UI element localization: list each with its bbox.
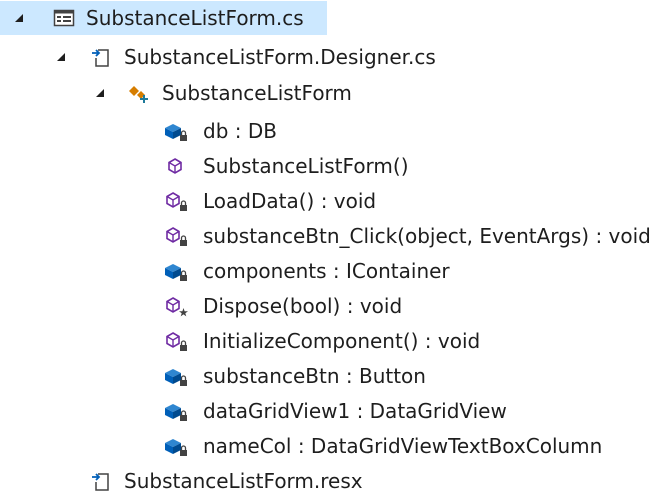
tree-item-member[interactable]: LoadData() : void <box>0 184 672 218</box>
tree-item-designer-cs[interactable]: SubstanceListForm.Designer.cs <box>0 40 672 74</box>
class-icon <box>126 81 150 105</box>
tree-item-label: SubstanceListForm.cs <box>86 6 304 30</box>
private-method-icon <box>163 189 187 213</box>
tree-item-member[interactable]: substanceBtn_Click(object, EventArgs) : … <box>0 219 672 253</box>
tree-item-label: LoadData() : void <box>203 189 377 213</box>
tree-item-member[interactable]: SubstanceListForm() <box>0 149 672 183</box>
designer-file-icon <box>90 45 114 69</box>
resx-file-icon <box>90 469 114 493</box>
solution-explorer-tree: SubstanceListForm.cs SubstanceListForm.D… <box>0 0 672 498</box>
form-file-icon <box>52 6 76 30</box>
tree-item-label: dataGridView1 : DataGridView <box>203 399 507 423</box>
tree-item-label: substanceBtn : Button <box>203 364 426 388</box>
private-method-icon <box>163 224 187 248</box>
private-field-icon <box>163 259 187 283</box>
expanded-arrow-icon[interactable] <box>93 86 107 100</box>
tree-item-member[interactable]: InitializeComponent() : void <box>0 324 672 358</box>
tree-item-member[interactable]: nameCol : DataGridViewTextBoxColumn <box>0 429 672 463</box>
tree-item-resx[interactable]: SubstanceListForm.resx <box>0 464 672 498</box>
tree-item-member[interactable]: dataGridView1 : DataGridView <box>0 394 672 428</box>
tree-item-label: InitializeComponent() : void <box>203 329 481 353</box>
protected-override-method-icon <box>163 294 188 318</box>
tree-item-member[interactable]: components : IContainer <box>0 254 672 288</box>
private-field-icon <box>163 119 187 143</box>
expanded-arrow-icon[interactable] <box>54 50 68 64</box>
tree-item-label: Dispose(bool) : void <box>203 294 403 318</box>
tree-item-label: SubstanceListForm <box>162 81 352 105</box>
tree-item-class-substancelistform[interactable]: SubstanceListForm <box>0 76 672 110</box>
tree-item-member[interactable]: db : DB <box>0 114 672 148</box>
tree-item-label: db : DB <box>203 119 277 143</box>
private-field-icon <box>163 434 187 458</box>
tree-item-member[interactable]: Dispose(bool) : void <box>0 289 672 323</box>
tree-item-label: nameCol : DataGridViewTextBoxColumn <box>203 434 603 458</box>
tree-item-label: SubstanceListForm.resx <box>124 469 363 493</box>
private-field-icon <box>163 399 187 423</box>
tree-item-substancelistform-cs[interactable]: SubstanceListForm.cs <box>0 1 327 35</box>
tree-item-label: SubstanceListForm() <box>203 154 409 178</box>
tree-item-label: substanceBtn_Click(object, EventArgs) : … <box>203 224 651 248</box>
public-method-icon <box>163 154 187 178</box>
private-method-icon <box>163 329 187 353</box>
expanded-arrow-icon[interactable] <box>12 11 26 25</box>
private-field-icon <box>163 364 187 388</box>
tree-item-member[interactable]: substanceBtn : Button <box>0 359 672 393</box>
tree-item-label: components : IContainer <box>203 259 450 283</box>
tree-item-label: SubstanceListForm.Designer.cs <box>124 45 436 69</box>
